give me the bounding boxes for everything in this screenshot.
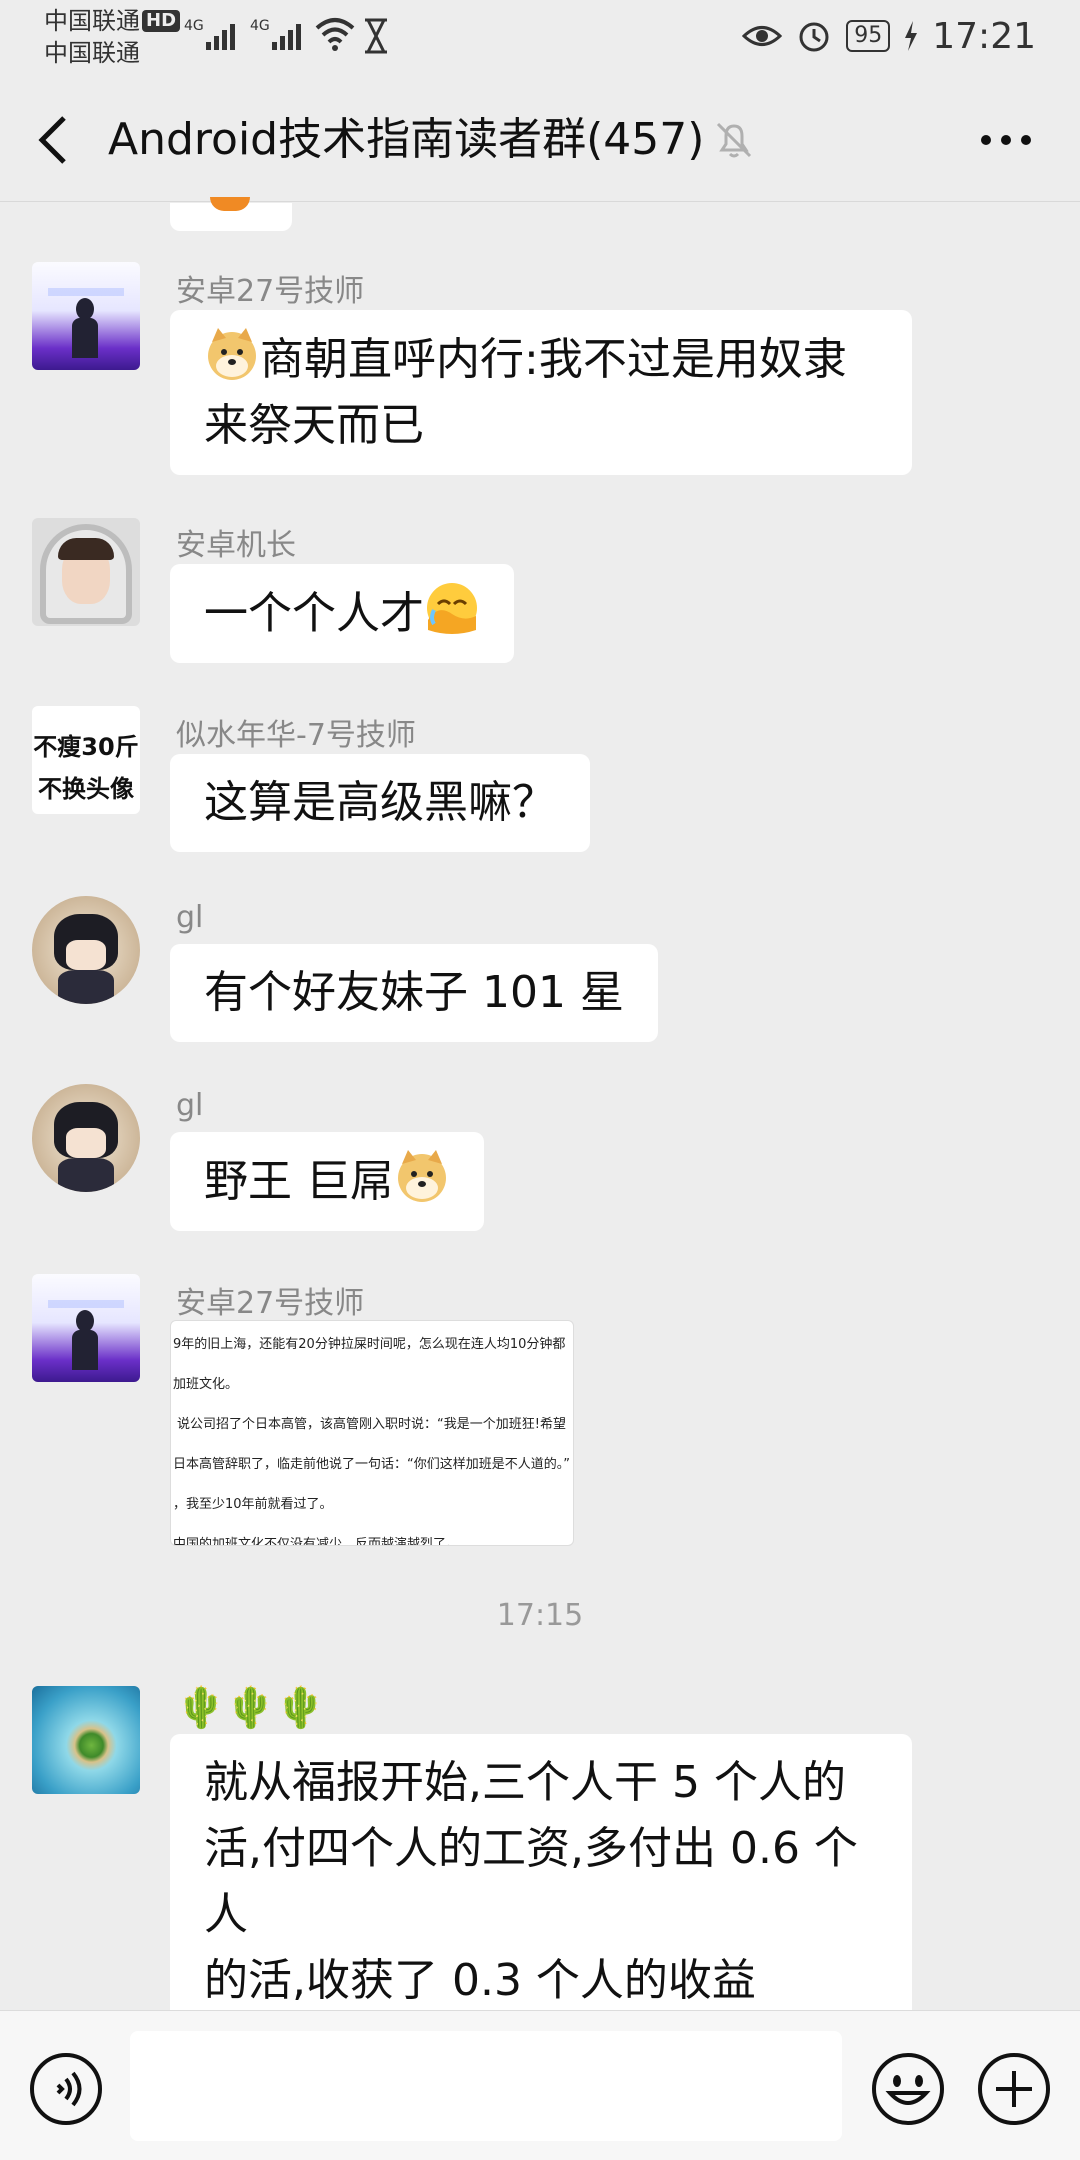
sender-name: 安卓27号技师 [176,1286,365,1321]
avatar[interactable] [32,1084,140,1192]
avatar[interactable] [32,262,140,370]
message-text-line: 就从福报开始,三个人干 5 个人的 [204,1757,846,1808]
avatar[interactable] [32,1274,140,1382]
message-input[interactable] [130,2031,842,2141]
avatar[interactable] [32,1686,140,1794]
partial-message-bubble [170,197,292,231]
hourglass-icon [365,18,387,54]
charging-icon [905,21,918,51]
message-text: 野王 巨屌 [204,1156,394,1207]
avatar[interactable] [32,896,140,1004]
hd-badge: HD [142,10,181,32]
carrier-label-2: 中国联通 [44,39,140,67]
image-text-line: 中国的加班文化不仅没有减少，反而越演越烈了。 [173,1537,460,1546]
avatar-text: 不换头像 [38,775,134,803]
more-functions-icon[interactable] [976,2051,1052,2127]
emoji-picker-icon[interactable] [870,2051,946,2127]
doge-emoji-icon [398,1150,446,1202]
signal-icon-2: 4G [250,18,301,50]
carrier-label-1: 中国联通 [44,7,140,35]
image-text-line: 加班文化。 [173,1377,239,1392]
message-bubble[interactable]: 有个好友妹子 101 星 [170,944,658,1042]
message-text: 这算是高级黑嘛？ [204,777,556,828]
message-bubble[interactable]: 野王 巨屌 [170,1132,484,1231]
input-bar [0,2010,1080,2160]
signal-icon: 4G [184,18,235,50]
image-text-line: 9年的旧上海，还能有20分钟拉屎时间呢，怎么现在连人均10分钟都 [173,1337,566,1352]
avatar-text: 不瘦30斤 [33,733,139,761]
sender-name: 安卓27号技师 [176,274,365,309]
status-bar: 中国联通 中国联通 HD 4G 4G 95 17:21 [0,0,1080,72]
chat-header: Android技术指南读者群(457) [0,72,1080,202]
message-bubble[interactable]: 商朝直呼内行:我不过是用奴隶 来祭天而已 [170,310,912,475]
image-message[interactable]: 9年的旧上海，还能有20分钟拉屎时间呢，怎么现在连人均10分钟都 加班文化。 说… [170,1320,574,1546]
status-time: 17:21 [932,15,1036,57]
sender-name: 🌵🌵🌵 [176,1685,326,1731]
sender-name: gl [176,1088,204,1123]
voice-input-icon[interactable] [28,2051,104,2127]
alarm-icon [799,22,829,52]
mute-bell-icon [716,122,752,158]
facepalm-emoji-icon [427,583,477,634]
time-stamp: 17:15 [496,1598,584,1633]
avatar[interactable] [32,518,140,626]
message-text-line: 活,付四个人的工资,多付出 0.6 个人 [204,1823,858,1940]
message-text-line: 来祭天而已 [204,400,424,451]
back-arrow-icon[interactable] [30,112,80,168]
avatar[interactable]: 不瘦30斤 不换头像 [32,706,140,814]
battery-indicator: 95 [846,20,891,52]
image-text-line: ，我至少10年前就看过了。 [173,1497,333,1512]
sender-name: 安卓机长 [176,528,296,563]
sender-name: gl [176,900,204,935]
message-bubble[interactable]: 就从福报开始,三个人干 5 个人的 活,付四个人的工资,多付出 0.6 个人 的… [170,1734,912,2030]
chat-title: Android技术指南读者群(457) [108,114,705,165]
message-text-line: 商朝直呼内行:我不过是用奴隶 [260,334,847,385]
status-right: 95 17:21 [742,12,1036,60]
message-text: 有个好友妹子 101 星 [204,967,624,1018]
wifi-icon [315,18,355,51]
image-text-line: 日本高管辞职了，临走前他说了一句话：“你们这样加班是不人道的。” [173,1457,570,1472]
signal-type-1: 4G [184,18,204,34]
sender-name: 似水年华-7号技师 [176,718,416,753]
signal-type-2: 4G [250,18,270,34]
message-bubble[interactable]: 一个个人才 [170,564,514,663]
message-text: 一个个人才 [204,588,424,639]
more-options-icon[interactable] [976,120,1036,160]
doge-emoji-icon [208,328,256,380]
image-text-line: 说公司招了个日本高管，该高管刚入职时说：“我是一个加班狂!希望 [177,1417,566,1432]
eye-icon [742,26,783,46]
message-bubble[interactable]: 这算是高级黑嘛？ [170,754,590,852]
message-text-line: 的活,收获了 0.3 个人的收益 [204,1955,756,2006]
